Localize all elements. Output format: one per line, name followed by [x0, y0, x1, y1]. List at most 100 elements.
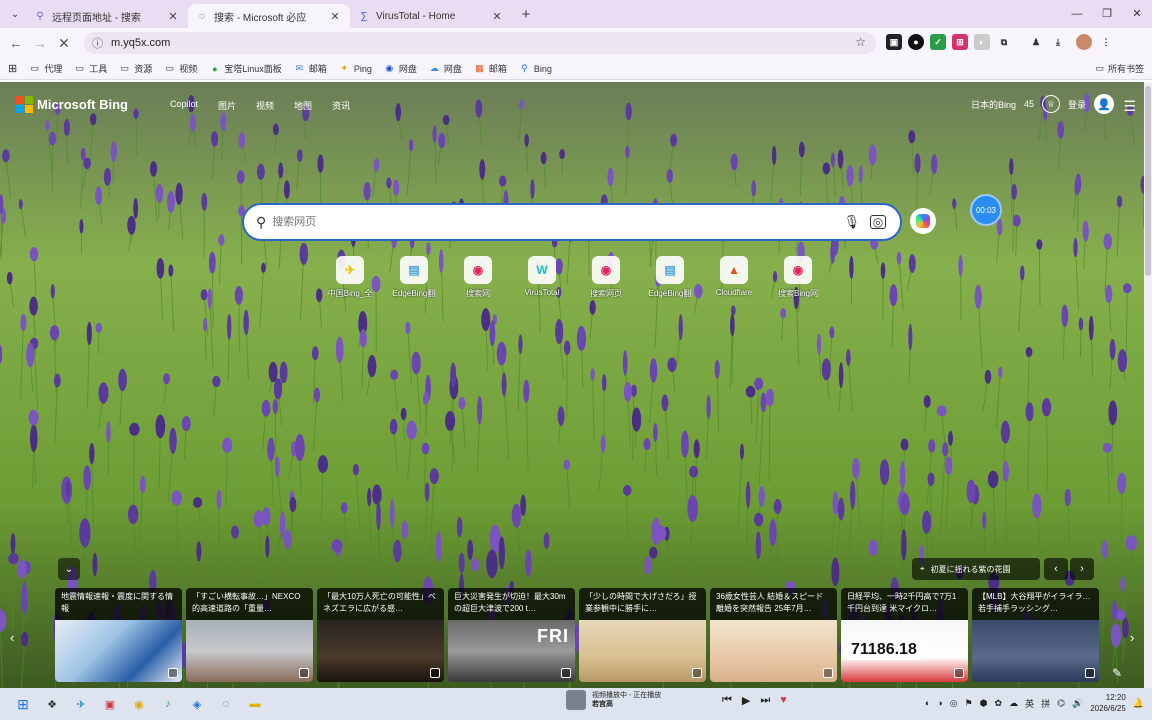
bookmark-item[interactable]: ◉ 网盘 [384, 62, 416, 75]
nav-copilot[interactable]: Copilot [170, 99, 198, 112]
tray-icon[interactable]: ☁ [1009, 698, 1018, 709]
bookmark-item[interactable]: ✉ 邮箱 [294, 62, 327, 75]
carousel-right-icon[interactable]: › [1130, 630, 1134, 645]
expand-icon[interactable] [561, 668, 571, 678]
previous-image-button[interactable]: ‹ [1044, 558, 1068, 580]
bookmark-item[interactable]: ● 宝塔Linux面板 [209, 62, 282, 75]
nav-images[interactable]: 图片 [218, 99, 236, 112]
folder-icon[interactable]: ▬ [244, 693, 266, 715]
tray-icon[interactable]: ✿ [995, 698, 1003, 709]
previous-track-icon[interactable]: ⏮ [722, 694, 732, 707]
news-card[interactable]: 【MLB】大谷翔平がイライラ…若手捕手ラッシング… [972, 588, 1099, 682]
menu-icon[interactable]: ⋮ [1098, 34, 1114, 50]
tray-icon[interactable]: ◎ [950, 698, 958, 709]
forward-button[interactable]: → [28, 35, 52, 51]
quick-access-tile[interactable]: ▲ Cloudflare [702, 256, 766, 299]
extension-icon[interactable]: ⊞ [952, 34, 968, 50]
extension-icon[interactable]: ▣ [886, 34, 902, 50]
next-image-button[interactable]: › [1070, 558, 1094, 580]
tab-virustotal[interactable]: ∑ VirusTotal - Home ✕ [350, 4, 512, 28]
apps-icon[interactable]: ⊞ [8, 62, 17, 75]
shield-icon[interactable]: ✓ [930, 34, 946, 50]
site-info-icon[interactable]: ⓘ [92, 35, 103, 51]
app-icon[interactable]: ◌ [215, 693, 237, 715]
copilot-button[interactable] [910, 208, 936, 234]
tab-bing[interactable]: ◌ 搜索 - Microsoft 必应 ✕ [188, 4, 350, 28]
quick-access-tile[interactable]: ▤ EdgeBing翻 [382, 256, 446, 299]
all-bookmarks[interactable]: ▭ 所有书签 [1095, 62, 1144, 75]
play-icon[interactable]: ▶ [742, 694, 750, 707]
quick-access-tile[interactable]: W VirusTotal [510, 256, 574, 299]
news-card[interactable]: 「最大10万人死亡の可能性」ベネズエラに広がる感… [317, 588, 444, 682]
timer-badge[interactable]: 00:03 [970, 194, 1002, 226]
bookmark-star-icon[interactable]: ☆ [855, 35, 866, 49]
close-tab-icon[interactable]: ✕ [328, 10, 342, 23]
news-card[interactable]: 地震情報速報・震度に関する情報 [55, 588, 182, 682]
page-scrollbar[interactable] [1144, 82, 1152, 688]
bookmark-item[interactable]: ▦ 邮箱 [474, 62, 507, 75]
news-card[interactable]: 「すごい横転事故…」NEXCO的高速道路の「重量… [186, 588, 313, 682]
bookmark-item[interactable]: ▭ 工具 [74, 62, 107, 75]
app-icon[interactable]: ♪ [157, 693, 179, 715]
tray-icon[interactable]: ⚑ [965, 698, 973, 709]
close-tab-icon[interactable]: ✕ [166, 10, 180, 23]
rewards-icon[interactable]: ♕ [1041, 95, 1060, 113]
quick-access-tile[interactable]: ✈ 中国Bing_全 [318, 256, 382, 299]
nav-videos[interactable]: 视频 [256, 99, 274, 112]
close-window-button[interactable]: ✕ [1122, 0, 1152, 28]
bing-logo[interactable]: Microsoft Bing [16, 96, 128, 113]
bookmark-item[interactable]: ☁ 网盘 [429, 62, 462, 75]
tray-icon[interactable]: ◐ [925, 698, 930, 708]
image-location[interactable]: ⌖ 初夏に揺れる紫の花園 [912, 558, 1040, 580]
quick-access-tile[interactable]: ◉ 搜索网页 [574, 256, 638, 299]
network-icon[interactable]: ⌬ [1057, 698, 1065, 709]
carousel-left-icon[interactable]: ‹ [10, 630, 14, 645]
bookmark-item[interactable]: ▭ 资源 [119, 62, 152, 75]
nav-maps[interactable]: 地图 [294, 99, 312, 112]
bookmark-item[interactable]: ▭ 视频 [164, 62, 198, 75]
microphone-icon[interactable]: 🎙 [843, 214, 860, 230]
collapse-feed-button[interactable]: ⌄ [58, 558, 80, 580]
avatar[interactable]: 👤 [1094, 94, 1114, 114]
app-icon[interactable]: ▣ [99, 693, 121, 715]
minimize-button[interactable]: — [1062, 0, 1092, 28]
clock[interactable]: 12:20 2026/6/25 [1090, 692, 1126, 714]
search-input[interactable] [272, 216, 844, 228]
windows-start-icon[interactable]: ⊞ [12, 693, 34, 715]
extension-icon[interactable]: ● [908, 34, 924, 50]
tab-search-button[interactable]: ⌄ [4, 3, 26, 25]
app-icon[interactable]: ◈ [186, 693, 208, 715]
profile-icon[interactable]: ♟ [1028, 34, 1044, 50]
avatar[interactable] [1076, 34, 1092, 50]
region-link[interactable]: 日本的Bing [971, 98, 1016, 111]
ime-indicator[interactable]: 英 [1025, 697, 1034, 710]
nav-news[interactable]: 资讯 [332, 99, 350, 112]
extension-icon[interactable]: ◐ [974, 34, 990, 50]
chrome-icon[interactable]: ◉ [128, 693, 150, 715]
puzzle-icon[interactable]: ⧉ [996, 34, 1012, 50]
feedback-icon[interactable]: ✎ [1112, 666, 1122, 680]
expand-icon[interactable] [168, 668, 178, 678]
bookmark-item[interactable]: ✦ Ping [339, 63, 372, 74]
quick-access-tile[interactable]: ◉ 搜索网 [446, 256, 510, 299]
expand-icon[interactable] [954, 668, 964, 678]
close-tab-icon[interactable]: ✕ [490, 10, 504, 23]
news-card[interactable]: 36歳女性芸人 結婚＆スピード離婚を突然報告 25年7月… [710, 588, 837, 682]
next-track-icon[interactable]: ⏭ [760, 694, 770, 707]
visual-search-icon[interactable]: ◎ [870, 215, 886, 229]
sign-in-link[interactable]: 登录 [1068, 98, 1086, 111]
app-icon[interactable]: ❖ [41, 693, 63, 715]
ime-mode[interactable]: 拼 [1041, 697, 1050, 710]
news-card[interactable]: 日経平均、一時2千円高で7万1千円台到達 米マイクロ… 71186.18 [841, 588, 968, 682]
news-card[interactable]: 巨大災害発生が切迫！最大30mの超巨大津波で200 t… FRI [448, 588, 575, 682]
tab-search[interactable]: ⚲ 远程页面地址 - 搜索 ✕ [26, 4, 188, 28]
tray-icon[interactable]: ⬢ [980, 698, 988, 709]
bookmark-item[interactable]: ⚲ Bing [519, 63, 552, 74]
address-bar[interactable]: ⓘ m.yq5x.com ☆ [84, 32, 876, 54]
notification-icon[interactable]: 🔔 [1133, 698, 1144, 709]
quick-access-tile[interactable]: ◉ 搜索Bing网 [766, 256, 830, 299]
quick-access-tile[interactable]: ▤ EdgeBing翻 [638, 256, 702, 299]
scrollbar-thumb[interactable] [1145, 86, 1151, 276]
expand-icon[interactable] [1085, 668, 1095, 678]
hamburger-menu-icon[interactable]: ☰ [1123, 98, 1136, 115]
